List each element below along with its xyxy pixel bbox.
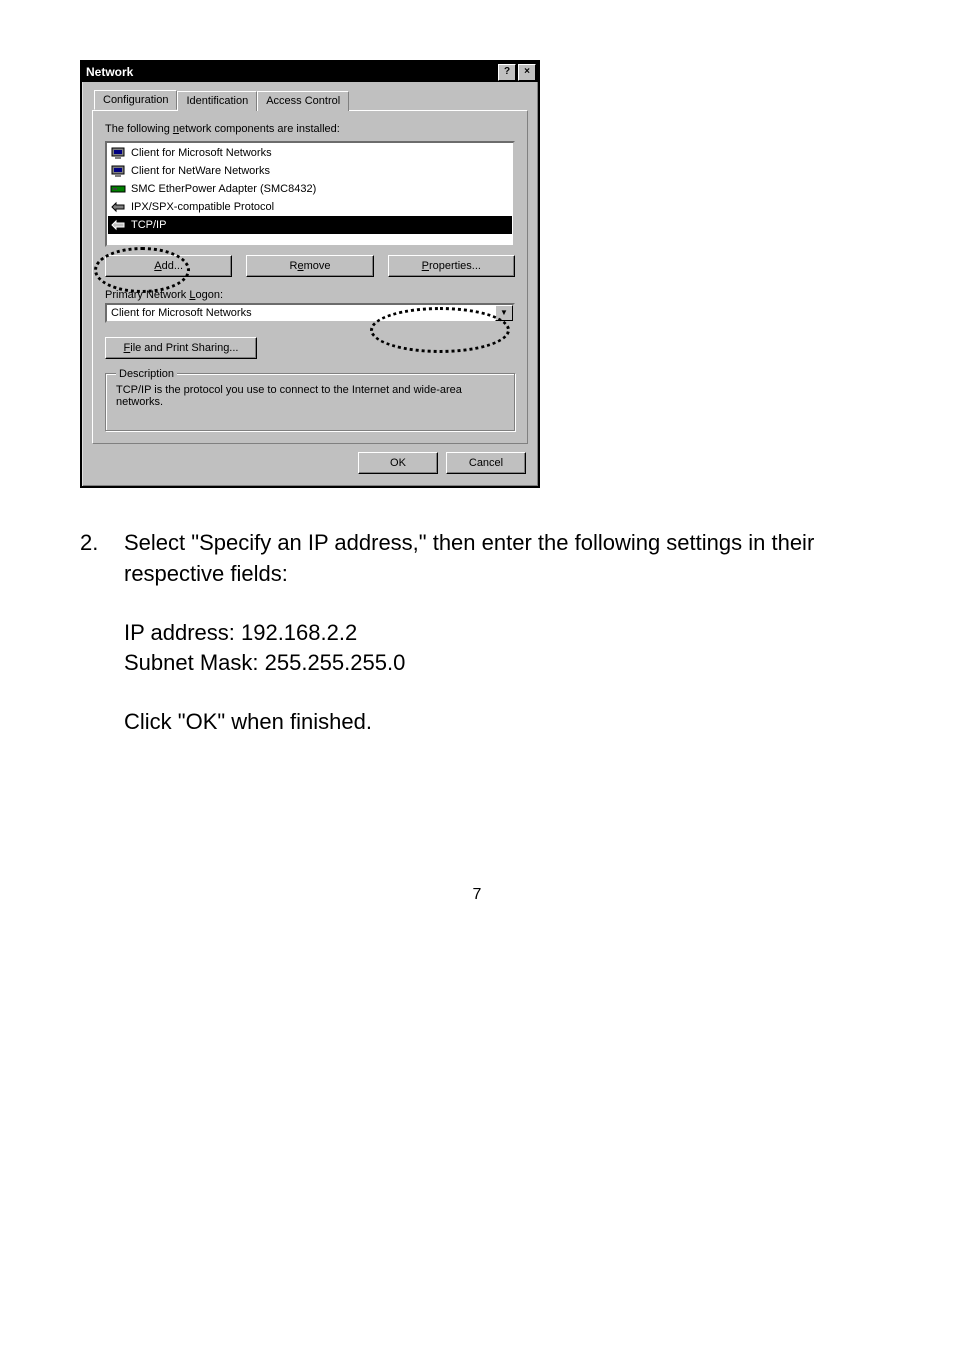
installed-components-label: The following network components are ins…: [105, 123, 515, 135]
chevron-down-icon: ▼: [495, 305, 513, 321]
cancel-button[interactable]: Cancel: [446, 452, 526, 474]
list-item[interactable]: Client for NetWare Networks: [108, 162, 512, 180]
properties-button[interactable]: Properties...: [388, 255, 515, 277]
step-number: 2.: [80, 528, 102, 766]
protocol-icon: [110, 199, 126, 215]
adapter-icon: [110, 181, 126, 197]
remove-button[interactable]: Remove: [246, 255, 373, 277]
protocol-icon: [110, 217, 126, 233]
description-text: TCP/IP is the protocol you use to connec…: [116, 384, 504, 408]
list-item-label: Client for NetWare Networks: [131, 165, 270, 177]
dropdown-value: Client for Microsoft Networks: [107, 305, 495, 321]
client-icon: [110, 163, 126, 179]
primary-logon-label: Primary Network Logon:: [105, 289, 223, 301]
configuration-panel: The following network components are ins…: [92, 110, 528, 444]
tab-identification[interactable]: Identification: [177, 91, 257, 111]
tab-strip: Configuration Identification Access Cont…: [82, 82, 538, 110]
click-ok-text: Click "OK" when finished.: [124, 707, 874, 738]
step-description: Select "Specify an IP address," then ent…: [124, 528, 874, 590]
instruction-text: 2. Select "Specify an IP address," then …: [80, 528, 874, 766]
list-item-label: Client for Microsoft Networks: [131, 147, 272, 159]
client-icon: [110, 145, 126, 161]
page-number: 7: [80, 886, 874, 904]
list-item-label: TCP/IP: [131, 219, 166, 231]
components-listbox[interactable]: Client for Microsoft Networks Client for…: [105, 141, 515, 247]
list-item[interactable]: IPX/SPX-compatible Protocol: [108, 198, 512, 216]
tab-configuration[interactable]: Configuration: [94, 90, 177, 110]
list-item-label: SMC EtherPower Adapter (SMC8432): [131, 183, 316, 195]
list-item-label: IPX/SPX-compatible Protocol: [131, 201, 274, 213]
primary-logon-dropdown[interactable]: Client for Microsoft Networks ▼: [105, 303, 515, 323]
list-item[interactable]: SMC EtherPower Adapter (SMC8432): [108, 180, 512, 198]
network-dialog: Network ? × Configuration Identification…: [80, 60, 540, 488]
ip-values: IP address: 192.168.2.2 Subnet Mask: 255…: [124, 618, 874, 680]
close-button[interactable]: ×: [518, 64, 536, 81]
window-title: Network: [86, 65, 133, 79]
description-group: Description TCP/IP is the protocol you u…: [105, 373, 515, 431]
file-print-sharing-button[interactable]: File and Print Sharing...: [105, 337, 257, 359]
tab-access-control[interactable]: Access Control: [257, 91, 349, 111]
titlebar: Network ? ×: [82, 62, 538, 82]
description-legend: Description: [116, 368, 177, 380]
list-item-selected[interactable]: TCP/IP: [108, 216, 512, 234]
help-button[interactable]: ?: [498, 64, 516, 81]
add-button[interactable]: Add...: [105, 255, 232, 277]
list-item[interactable]: Client for Microsoft Networks: [108, 144, 512, 162]
ok-button[interactable]: OK: [358, 452, 438, 474]
